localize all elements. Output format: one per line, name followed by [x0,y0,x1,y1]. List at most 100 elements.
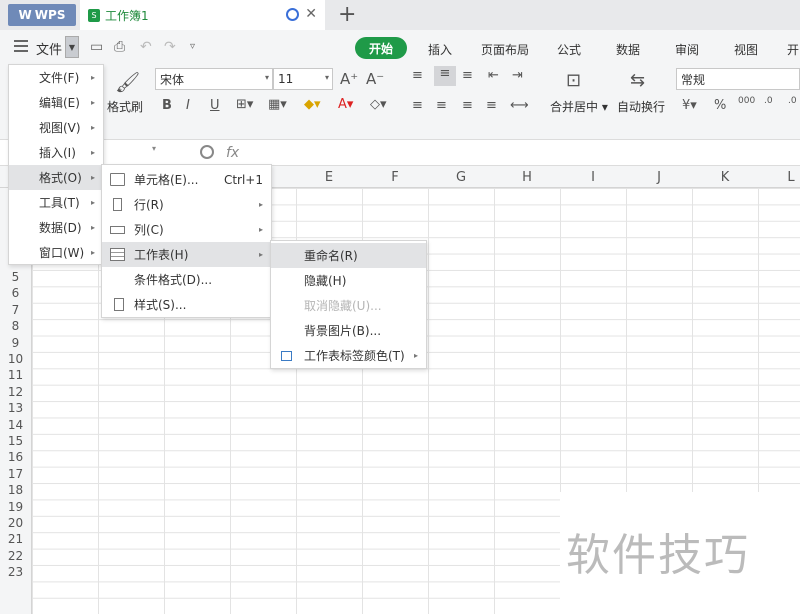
row-header[interactable]: 14 [0,417,32,434]
row-header[interactable]: 6 [0,286,32,303]
submenu-item-worksheet[interactable]: 工作表(H) ▸ [102,242,271,267]
menu-item-view[interactable]: 视图(V) ▸ [9,115,103,140]
row-header[interactable]: 19 [0,499,32,516]
italic-button[interactable]: I [186,98,190,113]
decrease-font-icon[interactable]: A⁻ [366,70,384,88]
row-header[interactable]: 13 [0,401,32,418]
submenu-item-row[interactable]: 行(R) ▸ [102,192,271,217]
font-name-select[interactable]: 宋体 ▾ [155,68,273,90]
align-middle-icon[interactable]: ≡ [434,66,456,86]
clear-format-icon[interactable]: ◇▾ [370,97,387,112]
save-icon[interactable]: ▭ [90,39,103,55]
print-icon[interactable]: ⎙ [114,39,125,55]
align-left-icon[interactable]: ≡ [412,98,423,113]
row-header[interactable]: 7 [0,302,32,320]
row-header[interactable]: 20 [0,516,32,533]
column-header[interactable]: L [758,170,800,185]
increase-indent-icon[interactable]: ⇥ [512,68,523,83]
underline-button[interactable]: U [210,98,220,113]
customize-toolbar-icon[interactable]: ▿ [190,41,195,52]
merge-center-button[interactable]: 合并居中 ▾ [550,98,608,115]
row-header[interactable]: 9 [0,335,32,352]
row-header[interactable]: 12 [0,384,32,402]
increase-font-icon[interactable]: A⁺ [340,70,358,88]
submenu-item-cells[interactable]: 单元格(E)... Ctrl+1 [102,167,271,192]
tab-data[interactable]: 数据 [616,41,640,58]
align-center-icon[interactable]: ≡ [436,98,447,113]
menu-item-tools[interactable]: 工具(T) ▸ [9,190,103,215]
tab-formulas[interactable]: 公式 [557,41,581,58]
column-header[interactable]: F [362,170,428,185]
wps-home-tab[interactable]: W WPS [8,4,76,26]
submenu-item-conditional-format[interactable]: 条件格式(D)... [102,267,271,292]
borders-icon[interactable]: ⊞▾ [236,97,253,112]
bold-button[interactable]: B [162,98,172,113]
column-header[interactable]: E [296,170,362,185]
row-header[interactable]: 18 [0,483,32,500]
menu-item-window[interactable]: 窗口(W) ▸ [9,240,103,265]
tab-page-layout[interactable]: 页面布局 [481,41,529,58]
row-header[interactable]: 10 [0,352,32,369]
column-header[interactable]: G [428,170,494,185]
redo-icon[interactable]: ↷ [164,39,176,55]
currency-icon[interactable]: ¥▾ [682,98,697,113]
format-painter-button[interactable]: 格式刷 [107,98,143,115]
new-tab-icon[interactable]: + [338,2,356,27]
row-header-blank[interactable] [0,581,32,614]
justify-icon[interactable]: ≡ [486,98,497,113]
tab-view[interactable]: 视图 [734,41,758,58]
row-header[interactable]: 23 [0,565,32,582]
row-header[interactable]: 16 [0,450,32,467]
column-header[interactable]: J [626,170,692,185]
submenu-item-hide[interactable]: 隐藏(H) [271,268,426,293]
tab-review[interactable]: 审阅 [675,41,699,58]
sync-icon[interactable] [286,8,299,21]
align-top-icon[interactable]: ≡ [412,68,423,83]
zoom-icon[interactable] [200,145,214,159]
file-menu-button[interactable]: 文件 [36,39,62,58]
menu-item-edit[interactable]: 编辑(E) ▸ [9,90,103,115]
menu-item-format[interactable]: 格式(O) ▸ [9,165,103,190]
hamburger-menu-icon[interactable] [14,40,28,52]
submenu-item-tab-color[interactable]: 工作表标签颜色(T) ▸ [271,343,426,368]
decrease-indent-icon[interactable]: ⇤ [488,68,499,83]
increase-decimal-icon[interactable]: .0 [764,96,773,106]
submenu-item-styles[interactable]: 样式(S)... [102,292,271,317]
name-box-dropdown-icon[interactable]: ▾ [100,144,156,162]
align-right-icon[interactable]: ≡ [462,98,473,113]
row-header[interactable]: 17 [0,466,32,484]
submenu-item-column[interactable]: 列(C) ▸ [102,217,271,242]
row-header[interactable]: 8 [0,319,32,336]
row-header[interactable]: 15 [0,434,32,451]
font-size-select[interactable]: 11 ▾ [273,68,333,90]
column-header[interactable]: I [560,170,626,185]
submenu-item-rename[interactable]: 重命名(R) [271,243,426,268]
row-header[interactable]: 22 [0,548,32,566]
row-header[interactable]: 21 [0,532,32,549]
number-format-select[interactable]: 常规 [676,68,800,90]
row-header[interactable]: 5 [0,270,32,287]
font-color-icon[interactable]: A▾ [338,97,353,112]
percent-icon[interactable]: % [714,98,726,113]
align-bottom-icon[interactable]: ≡ [462,68,473,83]
tab-insert[interactable]: 插入 [428,41,452,58]
close-tab-icon[interactable]: ✕ [305,6,317,22]
column-header[interactable]: K [692,170,758,185]
tab-more[interactable]: 开 [787,41,799,58]
distributed-icon[interactable]: ⟷ [510,98,529,113]
thousands-icon[interactable]: 000 [738,96,755,106]
auto-wrap-button[interactable]: 自动换行 [617,98,665,115]
cell-style-icon[interactable]: ▦▾ [268,97,287,112]
tab-home[interactable]: 开始 [355,37,407,59]
menu-item-insert[interactable]: 插入(I) ▸ [9,140,103,165]
document-tab[interactable]: S 工作簿1 ✕ [80,0,325,30]
column-header[interactable]: H [494,170,560,185]
row-header[interactable]: 11 [0,368,32,385]
undo-icon[interactable]: ↶ [140,39,152,55]
insert-function-button[interactable]: fx [226,145,239,161]
submenu-item-background-image[interactable]: 背景图片(B)... [271,318,426,343]
fill-color-icon[interactable]: ◆▾ [304,97,321,112]
file-dropdown-toggle[interactable]: ▼ [65,36,79,58]
menu-item-data[interactable]: 数据(D) ▸ [9,215,103,240]
decrease-decimal-icon[interactable]: .0 [788,96,797,106]
